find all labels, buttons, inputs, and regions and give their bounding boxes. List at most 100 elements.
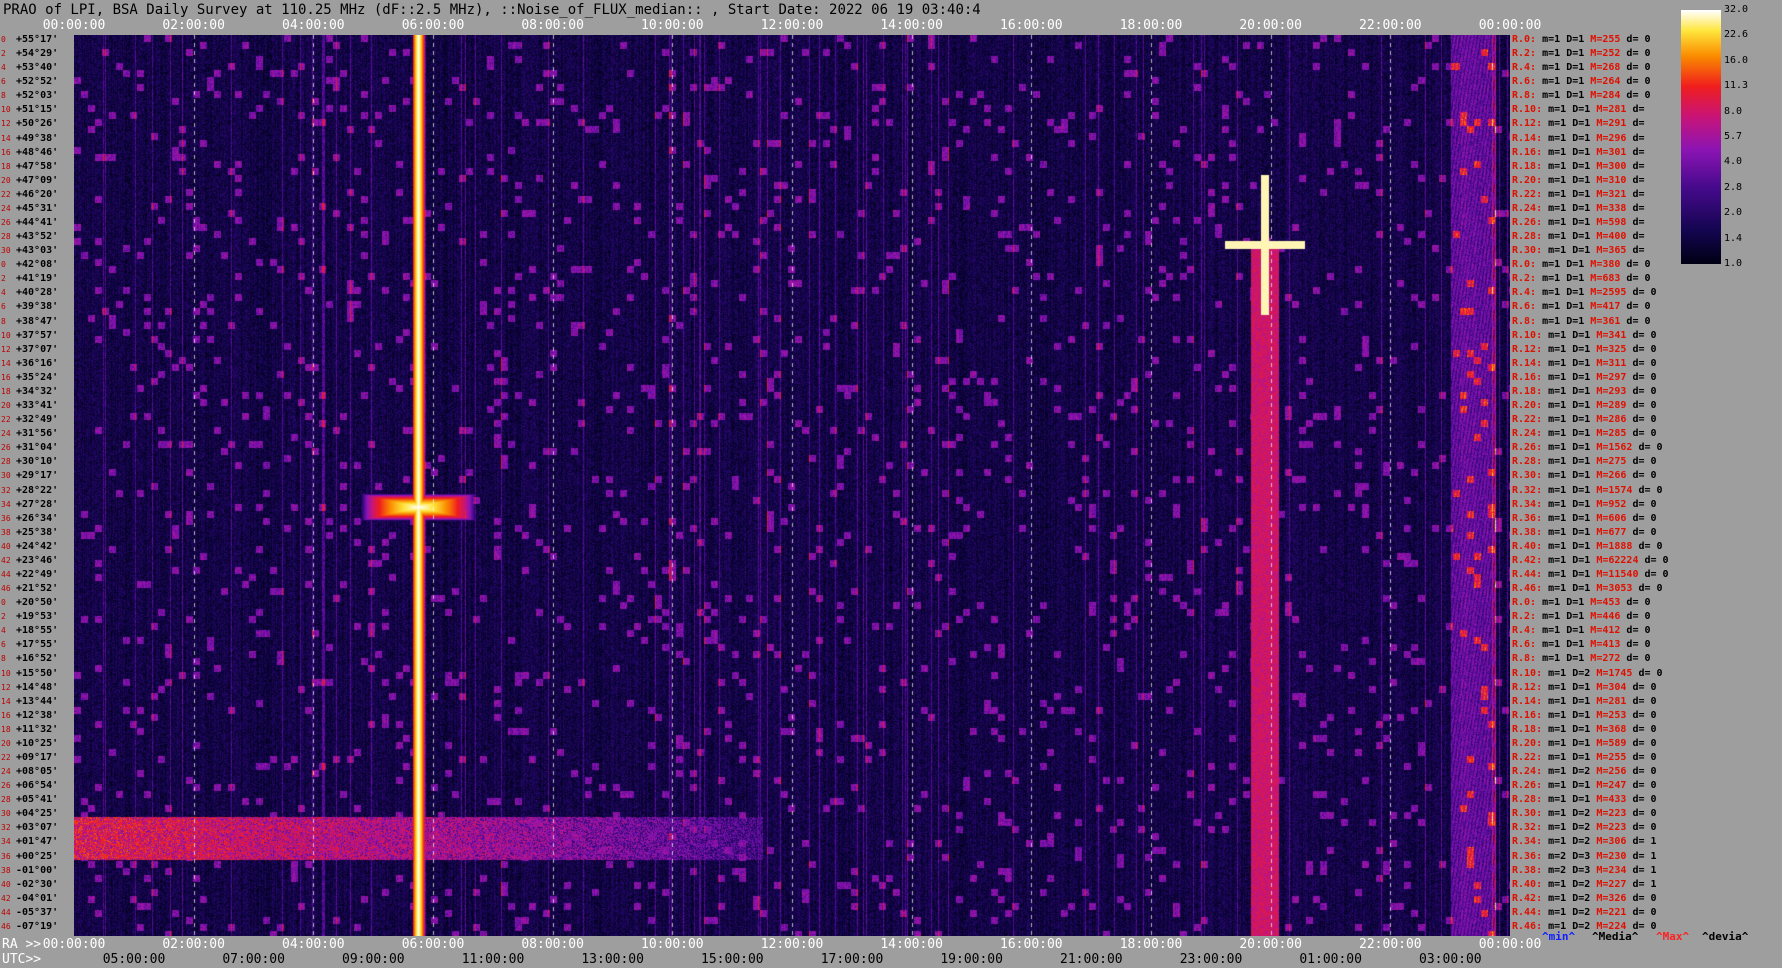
row-info-m: m=1 xyxy=(1542,104,1567,116)
row-index-label: 26 xyxy=(1,218,11,228)
declination-label: +27°28' xyxy=(16,498,59,510)
row-info-r: R.6: xyxy=(1512,639,1537,651)
declination-label: +47°09' xyxy=(16,174,59,186)
row-index-label: 42 xyxy=(1,893,11,903)
row-info-d: D=1 xyxy=(1566,554,1591,566)
row-info-line: R.28: m=1 D=1 M=275 d= 0 xyxy=(1512,456,1657,467)
row-index-label: 28 xyxy=(1,232,11,242)
row-info-d: D=1 xyxy=(1566,104,1591,116)
row-index-label: 0 xyxy=(1,35,6,44)
row-info-dev: d= xyxy=(1626,217,1645,229)
ra-tick-label: 06:00:00 xyxy=(401,937,465,952)
declination-label: +32°49' xyxy=(16,414,59,426)
row-info-d: D=1 xyxy=(1566,174,1591,186)
spectrogram-plot[interactable] xyxy=(74,35,1510,936)
declination-label: +49°38' xyxy=(16,132,59,144)
row-info-dev: d= 0 xyxy=(1620,597,1651,609)
row-info-d: D=1 xyxy=(1566,202,1591,214)
row-info-dev: d= 0 xyxy=(1626,737,1657,749)
row-info-line: R.8: m=1 D=1 M=361 d= 0 xyxy=(1512,316,1651,327)
row-info-r: R.0: xyxy=(1512,34,1537,45)
row-info-m: m=1 xyxy=(1542,428,1567,440)
row-info-max: M=284 xyxy=(1584,90,1621,102)
row-info-d: D=2 xyxy=(1566,878,1591,890)
row-info-m: m=1 xyxy=(1536,301,1561,313)
row-index-label: 30 xyxy=(1,809,11,819)
row-info-line: R.20: m=1 D=1 M=289 d= 0 xyxy=(1512,400,1657,411)
row-info-d: D=1 xyxy=(1560,76,1585,88)
declination-label: +12°38' xyxy=(16,709,59,721)
row-info-dev: d= 1 xyxy=(1626,878,1657,890)
row-info-max: M=256 xyxy=(1590,766,1627,778)
row-info-line: R.4: m=1 D=1 M=2595 d= 0 xyxy=(1512,287,1657,298)
row-info-max: M=11540 xyxy=(1590,568,1639,580)
row-info-max: M=325 xyxy=(1590,343,1627,355)
colorbar-tick-label: 2.0 xyxy=(1724,207,1743,219)
row-info-r: R.14: xyxy=(1512,132,1543,144)
row-info-dev: d= 0 xyxy=(1626,906,1657,918)
row-info-line: R.22: m=1 D=1 M=286 d= 0 xyxy=(1512,414,1657,425)
row-info-m: m=1 xyxy=(1542,794,1567,806)
row-info-dev: d= xyxy=(1626,146,1645,158)
row-info-m: m=1 xyxy=(1536,639,1561,651)
declination-label: +52°52' xyxy=(16,76,59,88)
row-info-dev: d= xyxy=(1626,231,1645,243)
row-info-line: R.38: m=2 D=3 M=234 d= 1 xyxy=(1512,865,1657,876)
colorbar-tick-label: 4.0 xyxy=(1724,156,1743,168)
row-info-r: R.34: xyxy=(1512,836,1543,848)
row-info-r: R.26: xyxy=(1512,442,1543,454)
row-info-d: D=1 xyxy=(1560,259,1585,271)
row-info-d: D=1 xyxy=(1566,512,1591,524)
utc-tick-label: 23:00:00 xyxy=(1179,952,1243,967)
row-info-dev: d= 0 xyxy=(1620,90,1651,102)
row-info-r: R.42: xyxy=(1512,554,1543,566)
utc-axis-label: UTC>> xyxy=(2,952,42,967)
declination-label: +28°22' xyxy=(16,484,59,496)
row-info-max: M=1574 xyxy=(1590,484,1633,496)
row-info-r: R.32: xyxy=(1512,822,1543,834)
row-info-d: D=1 xyxy=(1566,245,1591,257)
row-index-label: 22 xyxy=(1,752,11,762)
row-info-max: M=338 xyxy=(1590,202,1627,214)
row-info-d: D=2 xyxy=(1566,906,1591,918)
row-info-d: D=1 xyxy=(1566,428,1591,440)
row-info-line: R.12: m=1 D=1 M=325 d= 0 xyxy=(1512,344,1657,355)
row-info-max: M=268 xyxy=(1584,62,1621,74)
row-info-line: R.10: m=1 D=1 M=341 d= 0 xyxy=(1512,330,1657,341)
utc-tick-label: 01:00:00 xyxy=(1299,952,1362,967)
row-info-r: R.38: xyxy=(1512,526,1543,538)
row-info-m: m=1 xyxy=(1536,315,1561,327)
declination-label: +03°07' xyxy=(16,822,59,834)
declination-label: +44°41' xyxy=(16,217,59,229)
row-index-label: 22 xyxy=(1,189,11,199)
row-index-label: 8 xyxy=(1,91,6,101)
declination-label: +48°46' xyxy=(16,146,59,158)
row-info-d: D=1 xyxy=(1560,625,1585,637)
row-info-d: D=2 xyxy=(1566,766,1591,778)
row-info-r: R.12: xyxy=(1512,343,1543,355)
ra-tick-label: 16:00:00 xyxy=(1000,937,1063,952)
declination-label: +21°52' xyxy=(16,583,59,595)
row-info-r: R.8: xyxy=(1512,90,1537,102)
row-info-max: M=281 xyxy=(1590,104,1627,116)
declination-label: +30°10' xyxy=(16,456,59,468)
row-index-label: 12 xyxy=(1,344,11,354)
row-info-line: R.32: m=1 D=1 M=1574 d= 0 xyxy=(1512,485,1663,496)
heatmap-canvas xyxy=(74,35,1510,936)
declination-label: +40°28' xyxy=(16,287,59,299)
row-index-label: 2 xyxy=(1,612,6,622)
row-info-m: m=1 xyxy=(1542,245,1567,257)
row-info-line: R.6: m=1 D=1 M=413 d= 0 xyxy=(1512,639,1651,650)
row-index-label: 34 xyxy=(1,499,11,509)
row-info-dev: d= 0 xyxy=(1626,822,1657,834)
row-index-label: 34 xyxy=(1,837,11,847)
row-info-d: D=1 xyxy=(1566,484,1591,496)
row-info-d: D=1 xyxy=(1560,639,1585,651)
row-index-label: 8 xyxy=(1,316,6,326)
row-info-line: R.22: m=1 D=1 M=321 d= xyxy=(1512,189,1644,200)
row-info-d: D=1 xyxy=(1566,723,1591,735)
declination-label: +37°57' xyxy=(16,329,59,341)
row-info-d: D=1 xyxy=(1560,653,1585,665)
declination-label: +08°05' xyxy=(16,766,59,778)
row-info-dev: d= xyxy=(1626,160,1645,172)
